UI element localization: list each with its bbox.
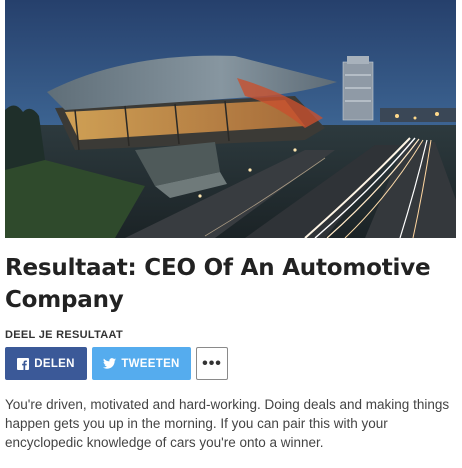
facebook-share-label: DELEN xyxy=(34,357,75,370)
result-description: You're driven, motivated and hard-workin… xyxy=(5,397,450,450)
facebook-share-button[interactable]: DELEN xyxy=(5,347,87,380)
share-heading: DEEL JE RESULTAAT xyxy=(5,329,123,341)
twitter-share-button[interactable]: TWEETEN xyxy=(92,347,191,380)
more-share-options-button[interactable]: ••• xyxy=(196,347,228,380)
twitter-share-label: TWEETEN xyxy=(121,357,180,370)
facebook-icon xyxy=(17,357,30,370)
twitter-icon xyxy=(103,358,117,369)
result-title: Resultaat: CEO Of An Automotive Company xyxy=(5,255,431,313)
result-hero-image xyxy=(5,0,456,238)
